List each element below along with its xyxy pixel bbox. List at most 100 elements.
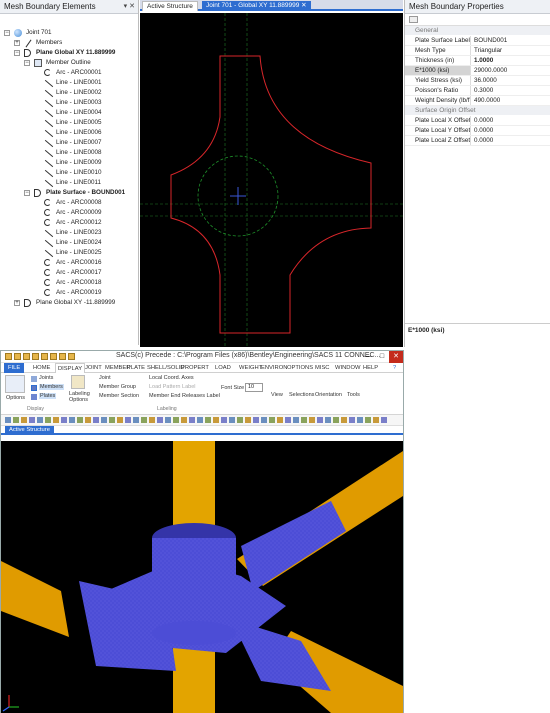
toolbar-tool-icon[interactable] [349, 417, 355, 423]
toolbar-tool-icon[interactable] [253, 417, 259, 423]
tree-item[interactable]: Arc - ARC00016 [0, 258, 138, 268]
toolbar-tool-icon[interactable] [197, 417, 203, 423]
labeling-options-icon[interactable] [71, 375, 85, 389]
collapse-icon[interactable]: − [14, 50, 20, 56]
property-value[interactable]: 0.0000 [471, 116, 550, 125]
toolbar-tool-icon[interactable] [69, 417, 75, 423]
property-value[interactable]: BOUND001 [471, 36, 550, 45]
tree-item[interactable]: + Plane Global XY -11.889999 [0, 298, 138, 308]
toolbar-tool-icon[interactable] [237, 417, 243, 423]
toolbar-tool-icon[interactable] [381, 417, 387, 423]
property-category[interactable]: General [405, 26, 550, 36]
tree-item[interactable]: Arc - ARC00009 [0, 208, 138, 218]
toolbar-tool-icon[interactable] [13, 417, 19, 423]
menu-tab-window[interactable]: WINDOW [335, 363, 360, 373]
new-file-icon[interactable] [5, 353, 12, 360]
property-row[interactable]: Plate Surface Label BOUND001 [405, 36, 550, 46]
menu-tab-load[interactable]: LOAD [215, 363, 231, 373]
menu-tab-misc[interactable]: MISC [315, 363, 330, 373]
toolbar-tool-icon[interactable] [157, 417, 163, 423]
structure-3d-view[interactable] [1, 441, 403, 713]
tree-item[interactable]: Line - LINE0023 [0, 228, 138, 238]
tree-item[interactable]: + Members [0, 38, 138, 48]
toolbar-tool-icon[interactable] [277, 417, 283, 423]
property-value[interactable]: Triangular [471, 46, 550, 55]
tree-item[interactable]: Line - LINE0005 [0, 118, 138, 128]
menu-tab-joint[interactable]: JOINT [85, 363, 102, 373]
label-local-coord-axes[interactable]: Local Coord. Axes [149, 375, 194, 381]
property-category[interactable]: Surface Origin Offset [405, 106, 550, 116]
toolbar-tool-icon[interactable] [261, 417, 267, 423]
toolbar-tool-icon[interactable] [301, 417, 307, 423]
property-value[interactable]: 0.3000 [471, 86, 550, 95]
options-icon[interactable] [5, 375, 25, 393]
tree-item[interactable]: Arc - ARC00008 [0, 198, 138, 208]
menu-tab-help[interactable]: HELP [363, 363, 378, 373]
property-row[interactable]: Plate Local Y Offset (i 0.0000 [405, 126, 550, 136]
maximize-button[interactable]: □ [375, 351, 389, 363]
toolbar-tool-icon[interactable] [109, 417, 115, 423]
toolbar-tool-icon[interactable] [365, 417, 371, 423]
toolbar-tool-icon[interactable] [149, 417, 155, 423]
property-row[interactable]: Weight Density (lb/ft 490.0000 [405, 96, 550, 106]
menu-tab-environ[interactable]: ENVIRON [261, 363, 287, 373]
toolbar-tool-icon[interactable] [341, 417, 347, 423]
property-row[interactable]: E*1000 (ksi) 29000.0000 [405, 66, 550, 76]
print-icon[interactable] [50, 353, 57, 360]
toolbar-tool-icon[interactable] [293, 417, 299, 423]
help-icon[interactable] [68, 353, 75, 360]
help-icon[interactable]: ? [393, 363, 396, 373]
tree-item[interactable]: Line - LINE0003 [0, 98, 138, 108]
tree-item[interactable]: Line - LINE0025 [0, 248, 138, 258]
toolbar-tool-icon[interactable] [165, 417, 171, 423]
toolbar-tool-icon[interactable] [333, 417, 339, 423]
toolbar-tool-icon[interactable] [213, 417, 219, 423]
toolbar-tool-icon[interactable] [21, 417, 27, 423]
toolbar-tool-icon[interactable] [357, 417, 363, 423]
toolbar-tool-icon[interactable] [101, 417, 107, 423]
toolbar-tool-icon[interactable] [181, 417, 187, 423]
tab-active-structure[interactable]: Active Structure [142, 1, 198, 11]
display-plates[interactable]: Plates [39, 393, 57, 399]
zoom-icon[interactable] [59, 353, 66, 360]
toolbar-tool-icon[interactable] [5, 417, 11, 423]
toolbar-tool-icon[interactable] [141, 417, 147, 423]
close-button[interactable]: ✕ [389, 351, 403, 363]
panel-controls[interactable]: ▾ ✕ [124, 0, 135, 13]
label-member-section[interactable]: Member Section [99, 393, 139, 399]
menu-tab-display[interactable]: DISPLAY [55, 363, 86, 373]
toolbar-tool-icon[interactable] [269, 417, 275, 423]
tree-item[interactable]: Arc - ARC00012 [0, 218, 138, 228]
toolbar-tool-icon[interactable] [85, 417, 91, 423]
tree-item[interactable]: Line - LINE0011 [0, 178, 138, 188]
property-row[interactable]: Plate Local X Offset (i 0.0000 [405, 116, 550, 126]
collapse-icon[interactable]: − [24, 190, 30, 196]
toolbar-tool-icon[interactable] [61, 417, 67, 423]
property-value[interactable]: 0.0000 [471, 136, 550, 145]
undo-icon[interactable] [32, 353, 39, 360]
toolbar-tool-icon[interactable] [29, 417, 35, 423]
property-value[interactable]: 0.0000 [471, 126, 550, 135]
property-value[interactable]: 36.0000 [471, 76, 550, 85]
toolbar-tool-icon[interactable] [229, 417, 235, 423]
tree-item[interactable]: − Joint 701 [0, 28, 138, 38]
tree-item[interactable]: Arc - ARC00018 [0, 278, 138, 288]
expand-icon[interactable]: + [14, 40, 20, 46]
menu-tab-home[interactable]: HOME [33, 363, 50, 373]
menu-tab-options[interactable]: OPTIONS [287, 363, 313, 373]
tree-item[interactable]: − Plane Global XY 11.889999 [0, 48, 138, 58]
property-row[interactable]: Yield Stress (ksi) 36.0000 [405, 76, 550, 86]
expand-icon[interactable]: + [14, 300, 20, 306]
tree-item[interactable]: Line - LINE0001 [0, 78, 138, 88]
toolbar-tool-icon[interactable] [77, 417, 83, 423]
menu-tab-plate[interactable]: PLATE [127, 363, 145, 373]
sort-icon[interactable] [409, 16, 418, 23]
toolbar-tool-icon[interactable] [37, 417, 43, 423]
collapse-icon[interactable]: − [4, 30, 10, 36]
tree-item[interactable]: Line - LINE0009 [0, 158, 138, 168]
toolbar-tool-icon[interactable] [205, 417, 211, 423]
property-value[interactable]: 490.0000 [471, 96, 550, 105]
menu-tab-file[interactable]: FILE [4, 363, 25, 373]
toolbar-tool-icon[interactable] [309, 417, 315, 423]
display-joints[interactable]: Joints [39, 375, 53, 381]
